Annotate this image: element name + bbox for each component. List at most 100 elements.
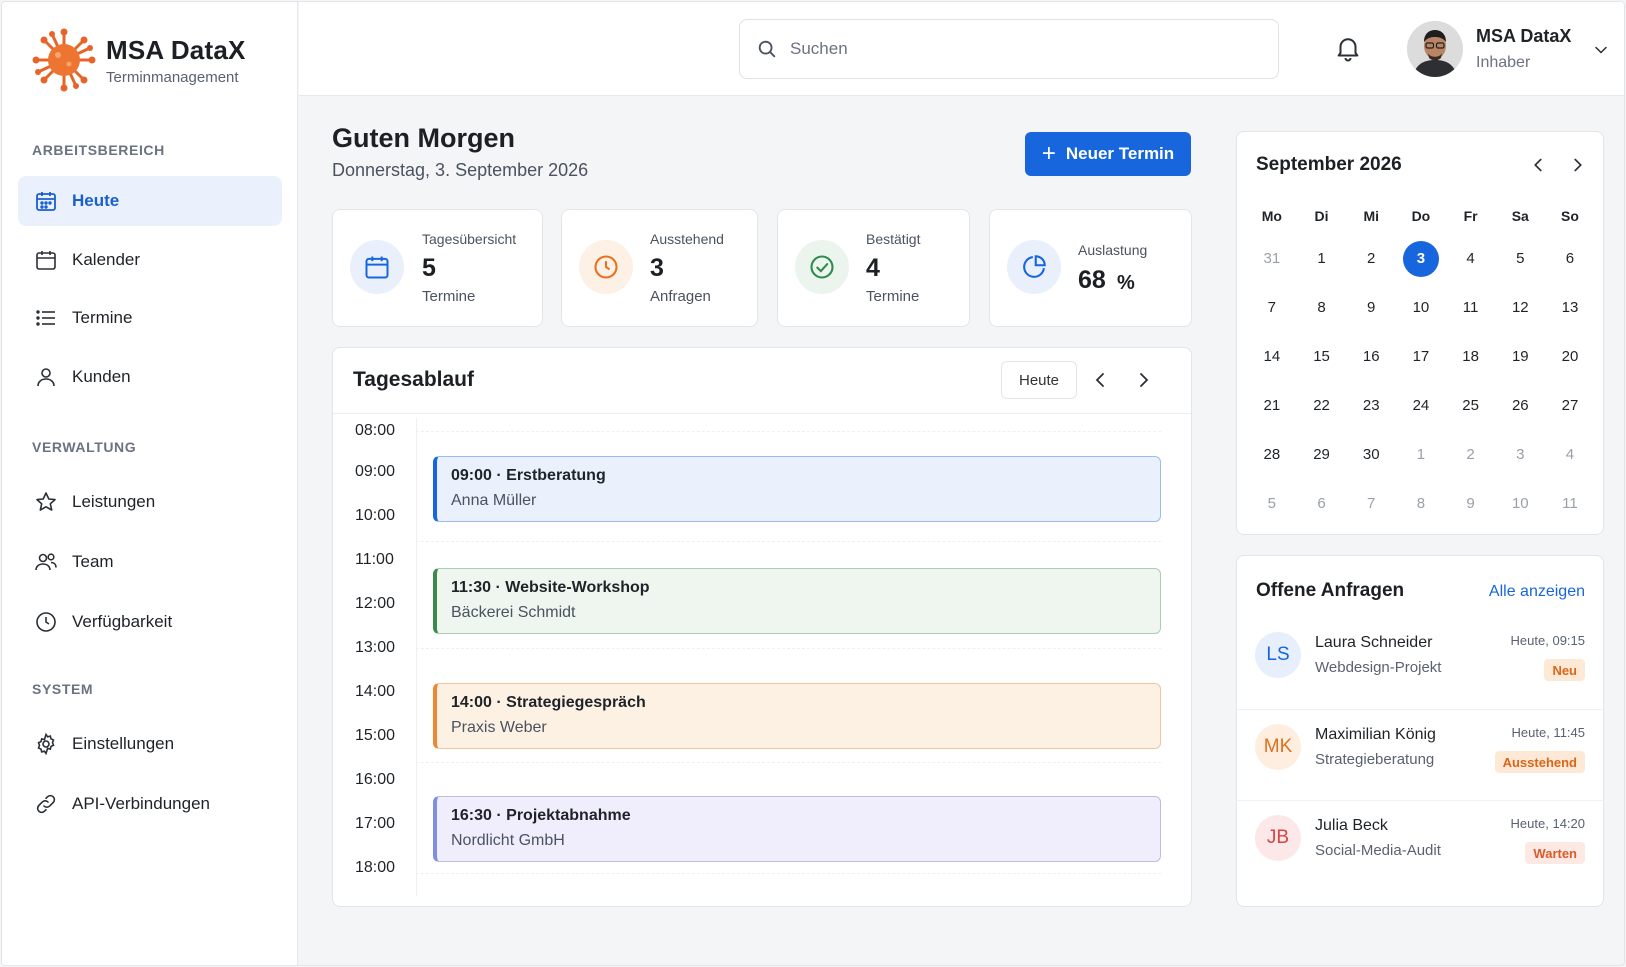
calendar-day[interactable]: 9: [1346, 299, 1396, 316]
appointment-event[interactable]: 16:30 · Projektabnahme Nordlicht GmbH: [433, 796, 1161, 862]
calendar-day[interactable]: 1: [1396, 446, 1446, 463]
calendar-title: September 2026: [1256, 154, 1402, 175]
calendar-day[interactable]: 21: [1247, 397, 1297, 414]
calendar-day[interactable]: 11: [1545, 495, 1595, 512]
calendar-day[interactable]: 13: [1545, 299, 1595, 316]
appointment-event[interactable]: 11:30 · Website-Workshop Bäckerei Schmid…: [433, 568, 1161, 634]
calendar-day[interactable]: 5: [1247, 495, 1297, 512]
sidebar-item-kalender[interactable]: Kalender: [18, 235, 282, 285]
calendar-icon: [34, 189, 58, 213]
request-time: Heute, 09:15: [1510, 633, 1585, 648]
chevron-left-icon[interactable]: [1527, 154, 1549, 176]
calendar-day[interactable]: 30: [1346, 446, 1396, 463]
sidebar-item-verfuegbarkeit[interactable]: Verfügbarkeit: [18, 597, 282, 647]
calendar-day[interactable]: 2: [1446, 446, 1496, 463]
calendar-day[interactable]: 29: [1297, 446, 1347, 463]
calendar-day[interactable]: 17: [1396, 348, 1446, 365]
calendar-day[interactable]: 7: [1346, 495, 1396, 512]
calendar-day[interactable]: 6: [1297, 495, 1347, 512]
sidebar-item-termine[interactable]: Termine: [18, 293, 282, 343]
calendar-day[interactable]: 4: [1446, 250, 1496, 267]
date-line: Donnerstag, 3. September 2026: [332, 160, 589, 180]
calendar-day[interactable]: 18: [1446, 348, 1496, 365]
sidebar-item-api-verbindungen[interactable]: API-Verbindungen: [18, 779, 282, 829]
new-appointment-button[interactable]: + Neuer Termin: [1025, 132, 1191, 176]
calendar-day[interactable]: 3: [1495, 446, 1545, 463]
request-item[interactable]: MK Maximilian König Strategieberatung He…: [1237, 709, 1603, 801]
hour-label: 14:00: [355, 683, 396, 700]
calendar-week-row: 7 8 9 10 11 12 13: [1247, 283, 1595, 332]
request-time: Heute, 14:20: [1510, 816, 1585, 831]
status-badge: Warten: [1525, 842, 1585, 864]
show-all-link[interactable]: Alle anzeigen: [1489, 583, 1585, 601]
calendar-day[interactable]: 8: [1396, 495, 1446, 512]
calendar-day[interactable]: 9: [1446, 495, 1496, 512]
calendar-day[interactable]: 24: [1396, 397, 1446, 414]
request-name: Laura Schneider: [1315, 634, 1433, 651]
stat-card-auslastung[interactable]: Auslastung 68 %: [989, 209, 1192, 327]
calendar-day[interactable]: 2: [1346, 250, 1396, 267]
calendar-day[interactable]: 6: [1545, 250, 1595, 267]
calendar-day[interactable]: 31: [1247, 250, 1297, 267]
calendar-day[interactable]: 3: [1396, 240, 1446, 277]
calendar-day[interactable]: 1: [1297, 250, 1347, 267]
calendar-day-number: 13: [1561, 299, 1579, 316]
calendar-day[interactable]: 10: [1396, 299, 1446, 316]
event-title: 14:00 · Strategiegespräch: [451, 694, 646, 711]
sidebar-item-team[interactable]: Team: [18, 537, 282, 587]
sidebar-item-einstellungen[interactable]: Einstellungen: [18, 719, 282, 769]
search-box[interactable]: [739, 19, 1279, 79]
request-item[interactable]: LS Laura Schneider Webdesign-Projekt Heu…: [1237, 618, 1603, 710]
calendar-day-number: 1: [1317, 250, 1326, 267]
calendar-week-row: 5 6 7 8 9 10 11: [1247, 479, 1595, 528]
user-icon: [34, 365, 58, 389]
calendar-day-number: 30: [1362, 446, 1380, 463]
calendar-day[interactable]: 20: [1545, 348, 1595, 365]
stat-unit: Anfragen: [650, 288, 711, 305]
calendar-day-number: 4: [1565, 446, 1575, 463]
event-subtitle: Praxis Weber: [451, 719, 547, 736]
event-subtitle: Bäckerei Schmidt: [451, 604, 576, 621]
calendar-day[interactable]: 27: [1545, 397, 1595, 414]
request-item[interactable]: JB Julia Beck Social-Media-Audit Heute, …: [1237, 800, 1603, 892]
calendar-day[interactable]: 16: [1346, 348, 1396, 365]
avatar[interactable]: [1407, 21, 1463, 77]
sidebar-item-leistungen[interactable]: Leistungen: [18, 477, 282, 527]
calendar-day[interactable]: 19: [1495, 348, 1545, 365]
calendar-day[interactable]: 10: [1495, 495, 1545, 512]
calendar-day[interactable]: 15: [1297, 348, 1347, 365]
calendar-day[interactable]: 22: [1297, 397, 1347, 414]
calendar-day-number: 26: [1511, 397, 1529, 414]
chevron-right-icon[interactable]: [1132, 368, 1156, 392]
bell-icon[interactable]: [1333, 33, 1363, 63]
calendar-day[interactable]: 25: [1446, 397, 1496, 414]
calendar-day-number: 20: [1561, 348, 1579, 365]
appointment-event[interactable]: 09:00 · Erstberatung Anna Müller: [433, 456, 1161, 522]
calendar-day-number: 31: [1263, 250, 1281, 267]
brand[interactable]: MSA DataX Terminmanagement: [30, 26, 246, 94]
sidebar-item-kunden[interactable]: Kunden: [18, 352, 282, 402]
schedule-panel: Tagesablauf Heute 08:00 09:00 10:00 11:0…: [332, 347, 1192, 907]
calendar-day[interactable]: 26: [1495, 397, 1545, 414]
today-button[interactable]: Heute: [1001, 361, 1077, 399]
stat-card-bestaetigt[interactable]: Bestätigt 4 Termine: [777, 209, 970, 327]
calendar-day[interactable]: 23: [1346, 397, 1396, 414]
calendar-day[interactable]: 14: [1247, 348, 1297, 365]
chevron-right-icon[interactable]: [1567, 154, 1589, 176]
calendar-day[interactable]: 7: [1247, 299, 1297, 316]
stat-card-tagesuebersicht[interactable]: Tagesübersicht 5 Termine: [332, 209, 543, 327]
stat-card-ausstehend[interactable]: Ausstehend 3 Anfragen: [561, 209, 758, 327]
chevron-down-icon[interactable]: [1591, 40, 1611, 60]
calendar-day[interactable]: 12: [1495, 299, 1545, 316]
calendar-day[interactable]: 11: [1446, 299, 1496, 316]
calendar-day[interactable]: 8: [1297, 299, 1347, 316]
calendar-day[interactable]: 4: [1545, 446, 1595, 463]
calendar-day[interactable]: 28: [1247, 446, 1297, 463]
calendar-week-row: 14 15 16 17 18 19 20: [1247, 332, 1595, 381]
chevron-left-icon[interactable]: [1088, 368, 1112, 392]
sidebar-item-heute[interactable]: Heute: [18, 176, 282, 226]
search-input[interactable]: [790, 39, 1250, 59]
link-icon: [34, 792, 58, 816]
appointment-event[interactable]: 14:00 · Strategiegespräch Praxis Weber: [433, 683, 1161, 749]
calendar-day[interactable]: 5: [1495, 250, 1545, 267]
